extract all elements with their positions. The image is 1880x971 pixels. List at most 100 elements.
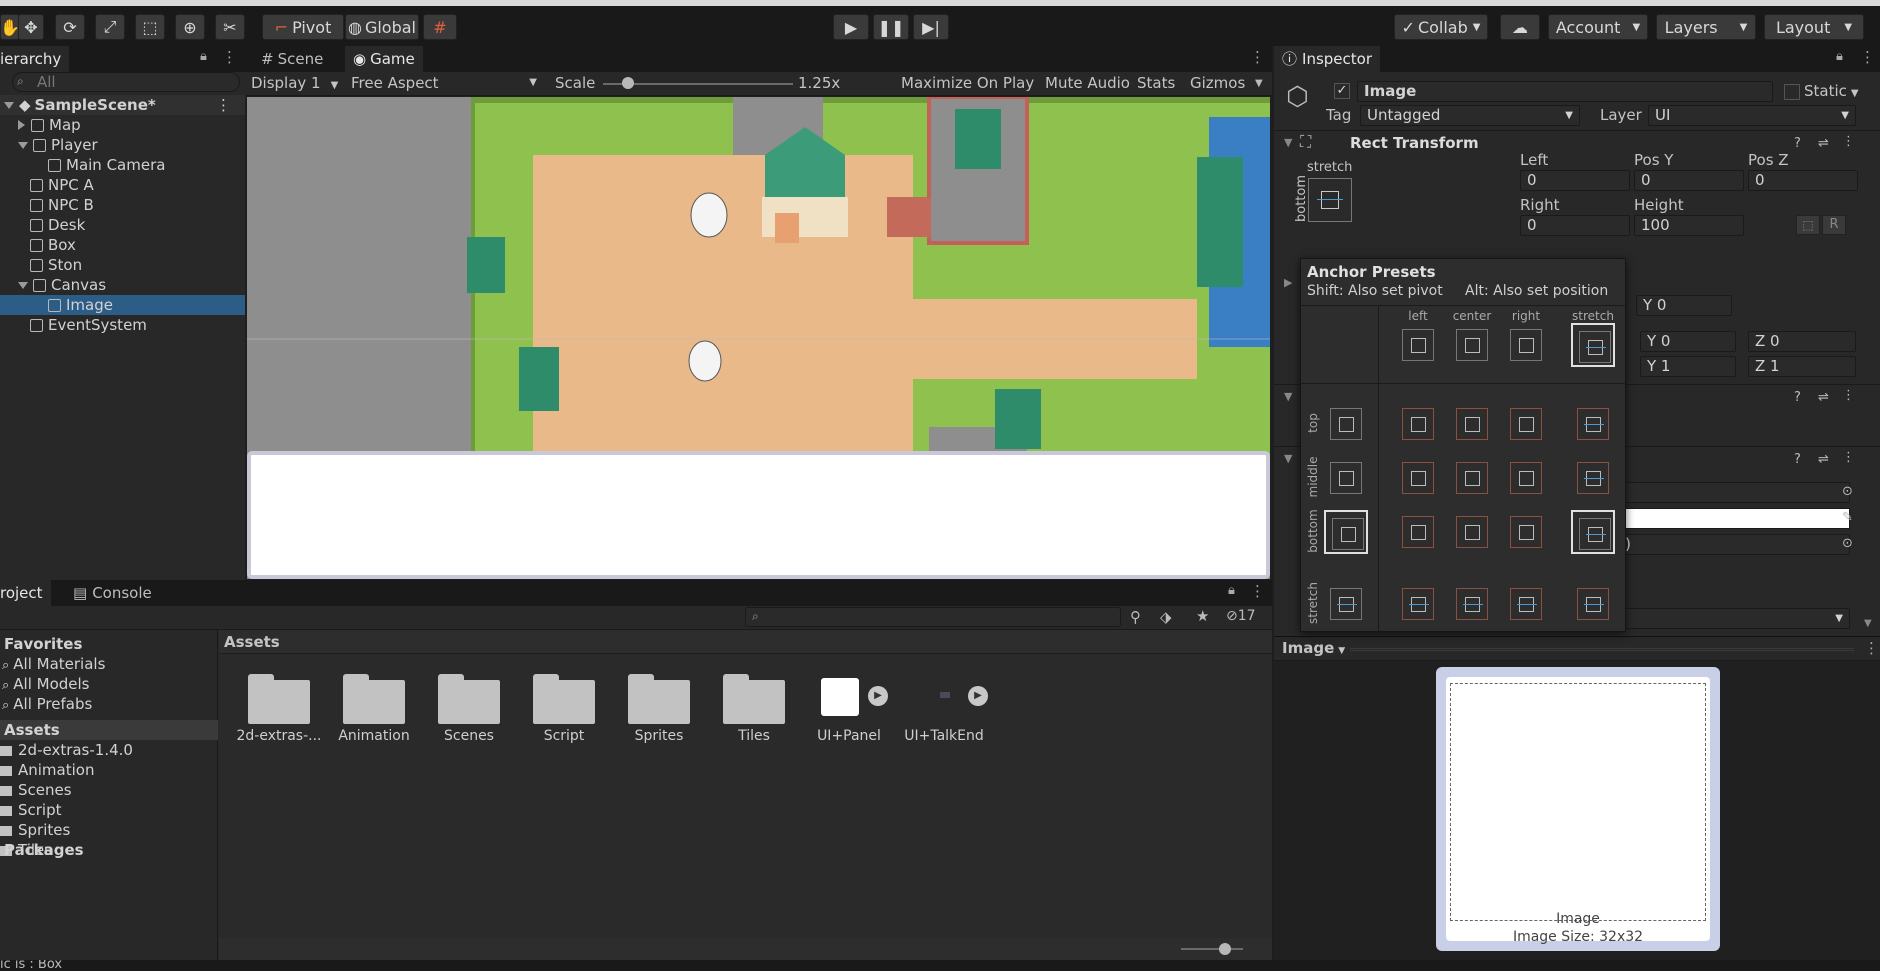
name-field[interactable]: Image	[1357, 81, 1773, 102]
move-tool-button[interactable]: ✥	[18, 14, 44, 40]
grid-snap-button[interactable]: #	[423, 14, 457, 40]
favorite-item[interactable]: ⌕ All Models	[2, 674, 90, 694]
anchor-preset-cell[interactable]	[1396, 456, 1440, 500]
hierarchy-item[interactable]: NPC B	[0, 195, 245, 215]
more-icon[interactable]: ⋮	[1250, 48, 1265, 66]
tab-scene[interactable]: # Scene	[253, 46, 331, 72]
anchor-preset-cell[interactable]	[1396, 510, 1440, 554]
layers-button[interactable]: Layers ▼	[1656, 14, 1756, 40]
hand-tool-button[interactable]: ✋	[0, 14, 20, 40]
height-field[interactable]: 100	[1634, 215, 1744, 236]
lock-icon[interactable]: 🔒︎	[1228, 583, 1235, 598]
preset-icon[interactable]: ⇌	[1818, 390, 1829, 405]
anchor-preset-button[interactable]	[1308, 178, 1352, 222]
chevron-right-icon[interactable]: ▶	[1284, 276, 1292, 289]
favorites-header[interactable]: Favorites	[4, 634, 82, 654]
chevron-right-icon[interactable]	[18, 120, 25, 130]
aspect-dropdown[interactable]: Free Aspect ▼	[351, 74, 543, 92]
icon-size-slider-track[interactable]	[1181, 948, 1243, 950]
cloud-button[interactable]: ☁	[1500, 14, 1540, 40]
more-icon[interactable]: ⋮	[1842, 134, 1855, 149]
collab-button[interactable]: ✓ Collab ▼	[1394, 14, 1488, 40]
anchor-preset-cell[interactable]	[1571, 323, 1615, 367]
scale-slider-thumb[interactable]	[622, 77, 634, 89]
rotate-tool-button[interactable]: ⟳	[55, 14, 85, 40]
gizmos-toggle[interactable]: Gizmos	[1190, 74, 1245, 92]
anchor-preset-cell[interactable]	[1571, 510, 1615, 554]
asset-folder-item[interactable]: 2d-extras-1.4.0	[0, 740, 133, 760]
favorite-item[interactable]: ⌕ All Materials	[2, 654, 105, 674]
anchor-preset-cell[interactable]	[1504, 323, 1548, 367]
packages-header[interactable]: Packages	[4, 840, 84, 860]
play-button[interactable]: ▶	[833, 14, 869, 40]
object-picker-icon[interactable]: ⊙	[1842, 484, 1853, 499]
more-icon[interactable]: ⋮	[1842, 450, 1855, 465]
scroll-down-icon[interactable]: ▼	[1864, 618, 1872, 629]
hierarchy-item[interactable]: NPC A	[0, 175, 245, 195]
mute-audio-toggle[interactable]: Mute Audio	[1045, 74, 1130, 92]
anchor-preset-cell[interactable]	[1571, 456, 1615, 500]
scale-tool-button[interactable]: ⤢	[95, 14, 125, 40]
active-checkbox[interactable]: ✓	[1334, 83, 1350, 99]
blueprint-mode-button[interactable]: ⬚	[1796, 215, 1820, 235]
hierarchy-item[interactable]: Ston	[0, 255, 245, 275]
favorite-item[interactable]: ⌕ All Prefabs	[2, 694, 92, 714]
pause-button[interactable]: ❚❚	[873, 14, 909, 40]
anchor-preset-cell[interactable]	[1450, 582, 1494, 626]
scale-z-field[interactable]: Z 1	[1748, 356, 1856, 377]
tab-project[interactable]: roject	[0, 580, 51, 606]
pivot-y-field[interactable]: Y 0	[1640, 331, 1736, 352]
anchor-preset-cell[interactable]	[1324, 402, 1368, 446]
stats-toggle[interactable]: Stats	[1137, 74, 1175, 92]
anchor-preset-cell[interactable]	[1571, 582, 1615, 626]
icon-size-slider-thumb[interactable]	[1219, 943, 1231, 955]
eyedropper-icon[interactable]: ✎	[1842, 510, 1853, 525]
static-label[interactable]: Static ▼	[1804, 82, 1859, 100]
chevron-down-icon[interactable]: ▼	[1284, 390, 1292, 403]
more-icon[interactable]: ⋮	[1842, 388, 1855, 403]
raw-edit-button[interactable]: R	[1822, 215, 1846, 235]
right-field[interactable]: 0	[1520, 215, 1630, 236]
anchor-preset-cell[interactable]	[1571, 402, 1615, 446]
anchors-min-y-field[interactable]: Y 0	[1636, 295, 1732, 316]
chevron-down-icon[interactable]	[18, 282, 28, 289]
hidden-packages-toggle[interactable]: ⊘17	[1226, 608, 1256, 624]
tab-console[interactable]: ▤ Console	[65, 580, 160, 606]
help-icon[interactable]: ?	[1794, 136, 1801, 151]
asset-folder-item[interactable]: Script	[0, 800, 62, 820]
hierarchy-item[interactable]: Image	[0, 295, 245, 315]
step-button[interactable]: ▶|	[913, 14, 949, 40]
maximize-on-play-toggle[interactable]: Maximize On Play	[901, 74, 1034, 92]
layout-button[interactable]: Layout ▼	[1764, 14, 1864, 40]
hierarchy-item[interactable]: Main Camera	[0, 155, 245, 175]
asset-folder-item[interactable]: Animation	[0, 760, 94, 780]
anchor-preset-cell[interactable]	[1450, 323, 1494, 367]
anchor-preset-cell[interactable]	[1504, 456, 1548, 500]
anchor-preset-cell[interactable]	[1396, 402, 1440, 446]
lock-icon[interactable]: 🔒︎	[200, 49, 207, 64]
global-button[interactable]: ◍ Global	[345, 14, 419, 40]
anchor-preset-cell[interactable]	[1396, 323, 1440, 367]
hierarchy-item[interactable]: Box	[0, 235, 245, 255]
hierarchy-search-input[interactable]: All	[12, 72, 240, 92]
pivot-button[interactable]: ⌐ Pivot	[262, 14, 344, 40]
more-icon[interactable]: ⋮	[1250, 582, 1265, 600]
play-circle-icon[interactable]: ▶	[968, 686, 988, 706]
preset-icon[interactable]: ⇌	[1818, 452, 1829, 467]
hierarchy-item[interactable]: Desk	[0, 215, 245, 235]
scale-y-field[interactable]: Y 1	[1640, 356, 1736, 377]
source-image-field[interactable]	[1614, 482, 1850, 503]
anchor-preset-cell[interactable]	[1504, 402, 1548, 446]
help-icon[interactable]: ?	[1794, 390, 1801, 405]
anchor-preset-cell[interactable]	[1450, 402, 1494, 446]
layer-dropdown[interactable]: UI ▼	[1648, 105, 1856, 126]
anchor-preset-cell[interactable]	[1504, 582, 1548, 626]
hierarchy-item[interactable]: Map	[0, 115, 245, 135]
anchor-preset-cell[interactable]	[1396, 582, 1440, 626]
transform-tool-button[interactable]: ⊕	[175, 14, 205, 40]
posz-field[interactable]: 0	[1748, 170, 1858, 191]
assets-header[interactable]: Assets	[0, 720, 218, 740]
display-dropdown[interactable]: Display 1 ▼	[251, 74, 338, 92]
hierarchy-item[interactable]: Player	[0, 135, 245, 155]
hierarchy-item[interactable]: Canvas	[0, 275, 245, 295]
